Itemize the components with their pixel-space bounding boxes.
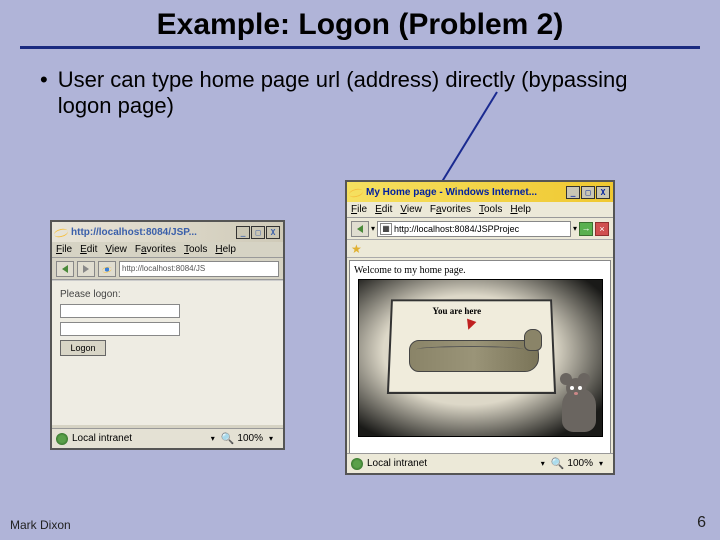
zoom-text: 100% [237,433,263,444]
address-bar[interactable]: ▦ http://localhost:8084/JSPProjec [377,221,571,237]
back-button[interactable] [56,261,74,277]
image-caption: You are here [433,306,482,316]
menu-bar: File Edit View Favorites Tools Help [52,242,283,258]
footer-author: Mark Dixon [10,518,71,532]
page-content: Welcome to my home page. You are here [349,260,611,455]
zone-dropdown[interactable]: ▾ [211,434,215,443]
logon-browser-window: http://localhost:8084/JSP... _ □ X File … [50,220,285,450]
nav-toolbar: ▾ ▦ http://localhost:8084/JSPProjec ▾ → … [347,218,613,240]
menu-help[interactable]: Help [510,204,531,215]
status-bar: Local intranet ▾ 🔍 100% ▾ [347,453,613,473]
zoom-text: 100% [567,458,593,469]
page-icon [98,261,116,277]
close-button[interactable]: X [596,186,610,199]
ie-icon [55,226,67,238]
titlebar[interactable]: My Home page - Windows Internet... _ □ X [347,182,613,202]
page-content: Please logon: Logon [52,280,283,425]
maximize-button[interactable]: □ [251,226,265,239]
minimize-button[interactable]: _ [566,186,580,199]
forward-button[interactable] [77,261,95,277]
stop-button[interactable]: × [595,222,609,236]
footer-page-number: 6 [697,514,706,532]
back-dropdown[interactable]: ▾ [371,224,375,233]
cartoon-image: You are here [358,279,603,437]
username-input[interactable] [60,304,180,318]
zoom-icon[interactable]: 🔍 [551,457,565,470]
logon-button[interactable]: Logon [60,340,106,356]
bullet-text: User can type home page url (address) di… [58,67,680,119]
menu-file[interactable]: File [56,244,72,255]
url-text: http://localhost:8084/JSPProjec [394,224,519,234]
minimize-button[interactable]: _ [236,226,250,239]
menu-favorites[interactable]: Favorites [135,244,176,255]
favorites-bar: ★ [347,240,613,258]
welcome-text: Welcome to my home page. [354,265,606,276]
window-title: My Home page - Windows Internet... [366,187,537,198]
zone-dropdown[interactable]: ▾ [541,459,545,468]
zone-text: Local intranet [367,458,427,469]
menu-bar: File Edit View Favorites Tools Help [347,202,613,218]
zone-text: Local intranet [72,433,132,444]
menu-view[interactable]: View [105,244,127,255]
zone-icon [351,458,363,470]
menu-tools[interactable]: Tools [184,244,207,255]
password-input[interactable] [60,322,180,336]
logon-label: Please logon: [60,289,275,300]
close-button[interactable]: X [266,226,280,239]
favorites-star-icon[interactable]: ★ [351,242,362,256]
titlebar[interactable]: http://localhost:8084/JSP... _ □ X [52,222,283,242]
address-bar[interactable]: http://localhost:8084/JS [119,261,279,277]
page-icon: ▦ [380,223,392,235]
menu-favorites[interactable]: Favorites [430,204,471,215]
url-dropdown[interactable]: ▾ [573,224,577,233]
zoom-dropdown[interactable]: ▾ [599,459,603,468]
ie-icon [350,186,362,198]
zone-icon [56,433,68,445]
mouse-drawing [552,376,596,432]
menu-help[interactable]: Help [215,244,236,255]
bullet-dot: • [40,67,48,119]
menu-edit[interactable]: Edit [80,244,97,255]
slug-drawing [409,340,539,372]
zoom-icon[interactable]: 🔍 [221,432,235,445]
zoom-dropdown[interactable]: ▾ [269,434,273,443]
menu-edit[interactable]: Edit [375,204,392,215]
maximize-button[interactable]: □ [581,186,595,199]
back-button[interactable] [351,221,369,237]
menu-view[interactable]: View [400,204,422,215]
go-button[interactable]: → [579,222,593,236]
slide-title: Example: Logon (Problem 2) [20,0,700,49]
menu-tools[interactable]: Tools [479,204,502,215]
window-title: http://localhost:8084/JSP... [71,227,197,238]
home-browser-window: My Home page - Windows Internet... _ □ X… [345,180,615,475]
bullet-list: • User can type home page url (address) … [0,49,720,137]
menu-file[interactable]: File [351,204,367,215]
status-bar: Local intranet ▾ 🔍 100% ▾ [52,428,283,448]
nav-toolbar: http://localhost:8084/JS [52,258,283,280]
